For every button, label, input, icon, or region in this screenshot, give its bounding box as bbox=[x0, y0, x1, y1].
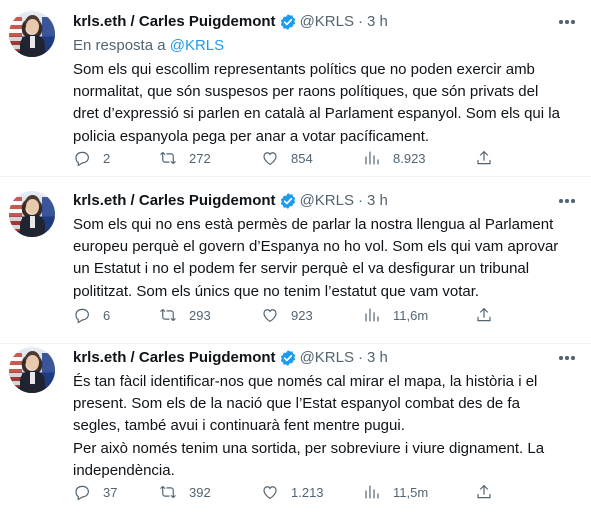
reply-count: 37 bbox=[103, 484, 118, 500]
like-button[interactable]: 854 bbox=[261, 149, 313, 167]
avatar[interactable] bbox=[9, 11, 55, 57]
separator-dot: · bbox=[357, 192, 363, 209]
tweet-text: Som els qui no ens està permès de parlar… bbox=[73, 216, 559, 300]
share-upload-icon bbox=[477, 307, 491, 322]
tweet-3[interactable]: krls.eth / Carles Puigdemont @KRLS · 3 h… bbox=[0, 344, 591, 514]
author-handle[interactable]: @KRLS bbox=[300, 12, 354, 32]
heart-icon bbox=[263, 152, 277, 166]
share-upload-icon bbox=[477, 484, 491, 499]
tweet-header: krls.eth / Carles Puigdemont @KRLS · 3 h bbox=[73, 191, 388, 211]
tweet-actions: 37 392 1.213 11,5m bbox=[73, 483, 503, 503]
retweet-count: 272 bbox=[189, 150, 211, 166]
more-horizontal-icon[interactable] bbox=[557, 14, 577, 30]
separator-dot: · bbox=[357, 349, 363, 366]
reply-button[interactable]: 6 bbox=[73, 306, 110, 324]
tweet-text: Som els qui escollim representants polít… bbox=[73, 61, 560, 145]
like-button[interactable]: 1.213 bbox=[261, 483, 324, 501]
author-handle[interactable]: @KRLS bbox=[300, 348, 354, 368]
share-button[interactable] bbox=[475, 149, 493, 167]
more-horizontal-icon[interactable] bbox=[557, 193, 577, 209]
avatar-shirt bbox=[30, 36, 35, 48]
views-count: 8.923 bbox=[393, 150, 426, 166]
share-button[interactable] bbox=[475, 306, 493, 324]
bar-chart-icon bbox=[365, 151, 379, 165]
reply-button[interactable]: 2 bbox=[73, 149, 110, 167]
reply-bubble-icon bbox=[75, 308, 89, 324]
retweet-count: 293 bbox=[189, 307, 211, 323]
author-name[interactable]: krls.eth / Carles Puigdemont bbox=[73, 348, 276, 368]
avatar-head bbox=[26, 19, 39, 34]
author-handle[interactable]: @KRLS bbox=[300, 191, 354, 211]
retweet-button[interactable]: 392 bbox=[159, 483, 211, 501]
like-count: 1.213 bbox=[291, 484, 324, 500]
share-upload-icon bbox=[477, 150, 491, 165]
verified-badge-icon bbox=[280, 350, 295, 366]
avatar[interactable] bbox=[9, 347, 55, 393]
retweet-button[interactable]: 272 bbox=[159, 149, 211, 167]
verified-badge-icon bbox=[280, 14, 295, 30]
tweet-header: krls.eth / Carles Puigdemont @KRLS · 3 h bbox=[73, 348, 388, 368]
like-count: 923 bbox=[291, 307, 313, 323]
retweet-button[interactable]: 293 bbox=[159, 306, 211, 324]
reply-button[interactable]: 37 bbox=[73, 483, 117, 501]
tweet-actions: 6 293 923 11,6m bbox=[73, 306, 503, 326]
reply-count: 2 bbox=[103, 150, 111, 166]
avatar[interactable] bbox=[9, 191, 55, 237]
retweet-icon bbox=[160, 151, 176, 165]
timestamp[interactable]: 3 h bbox=[367, 191, 388, 211]
share-button[interactable] bbox=[475, 483, 493, 501]
more-horizontal-icon[interactable] bbox=[557, 350, 577, 366]
reply-bubble-icon bbox=[75, 151, 89, 167]
avatar-head bbox=[26, 355, 39, 370]
tweet-1[interactable]: krls.eth / Carles Puigdemont @KRLS · 3 h… bbox=[0, 0, 591, 177]
bar-chart-icon bbox=[365, 485, 379, 499]
like-button[interactable]: 923 bbox=[261, 306, 313, 324]
retweet-icon bbox=[160, 308, 176, 322]
author-name[interactable]: krls.eth / Carles Puigdemont bbox=[73, 191, 276, 211]
reply-prefix: En resposta a bbox=[73, 37, 166, 54]
tweet-text: És tan fàcil identificar-nos que només c… bbox=[73, 373, 545, 479]
heart-icon bbox=[263, 486, 277, 500]
views-count: 11,5m bbox=[393, 484, 429, 500]
bar-chart-icon bbox=[365, 308, 379, 322]
retweet-icon bbox=[160, 485, 176, 499]
retweet-count: 392 bbox=[189, 484, 211, 500]
separator-dot: · bbox=[357, 13, 363, 30]
avatar-shirt bbox=[30, 372, 35, 384]
reply-count: 6 bbox=[103, 307, 111, 323]
avatar-shirt bbox=[30, 216, 35, 228]
tweet-actions: 2 272 854 8.923 bbox=[73, 149, 503, 169]
like-count: 854 bbox=[291, 150, 313, 166]
reply-mention-link[interactable]: @KRLS bbox=[170, 37, 224, 54]
tweet-2[interactable]: krls.eth / Carles Puigdemont @KRLS · 3 h… bbox=[0, 177, 591, 344]
reply-context: En resposta a @KRLS bbox=[73, 36, 224, 56]
views-button[interactable]: 11,6m bbox=[363, 306, 428, 324]
verified-badge-icon bbox=[280, 193, 295, 209]
tweet-header: krls.eth / Carles Puigdemont @KRLS · 3 h bbox=[73, 12, 388, 32]
heart-icon bbox=[263, 309, 277, 323]
timestamp[interactable]: 3 h bbox=[367, 12, 388, 32]
author-name[interactable]: krls.eth / Carles Puigdemont bbox=[73, 12, 276, 32]
timestamp[interactable]: 3 h bbox=[367, 348, 388, 368]
views-button[interactable]: 11,5m bbox=[363, 483, 428, 501]
views-count: 11,6m bbox=[393, 307, 429, 323]
avatar-head bbox=[26, 199, 39, 214]
reply-bubble-icon bbox=[75, 485, 89, 501]
views-button[interactable]: 8.923 bbox=[363, 149, 426, 167]
